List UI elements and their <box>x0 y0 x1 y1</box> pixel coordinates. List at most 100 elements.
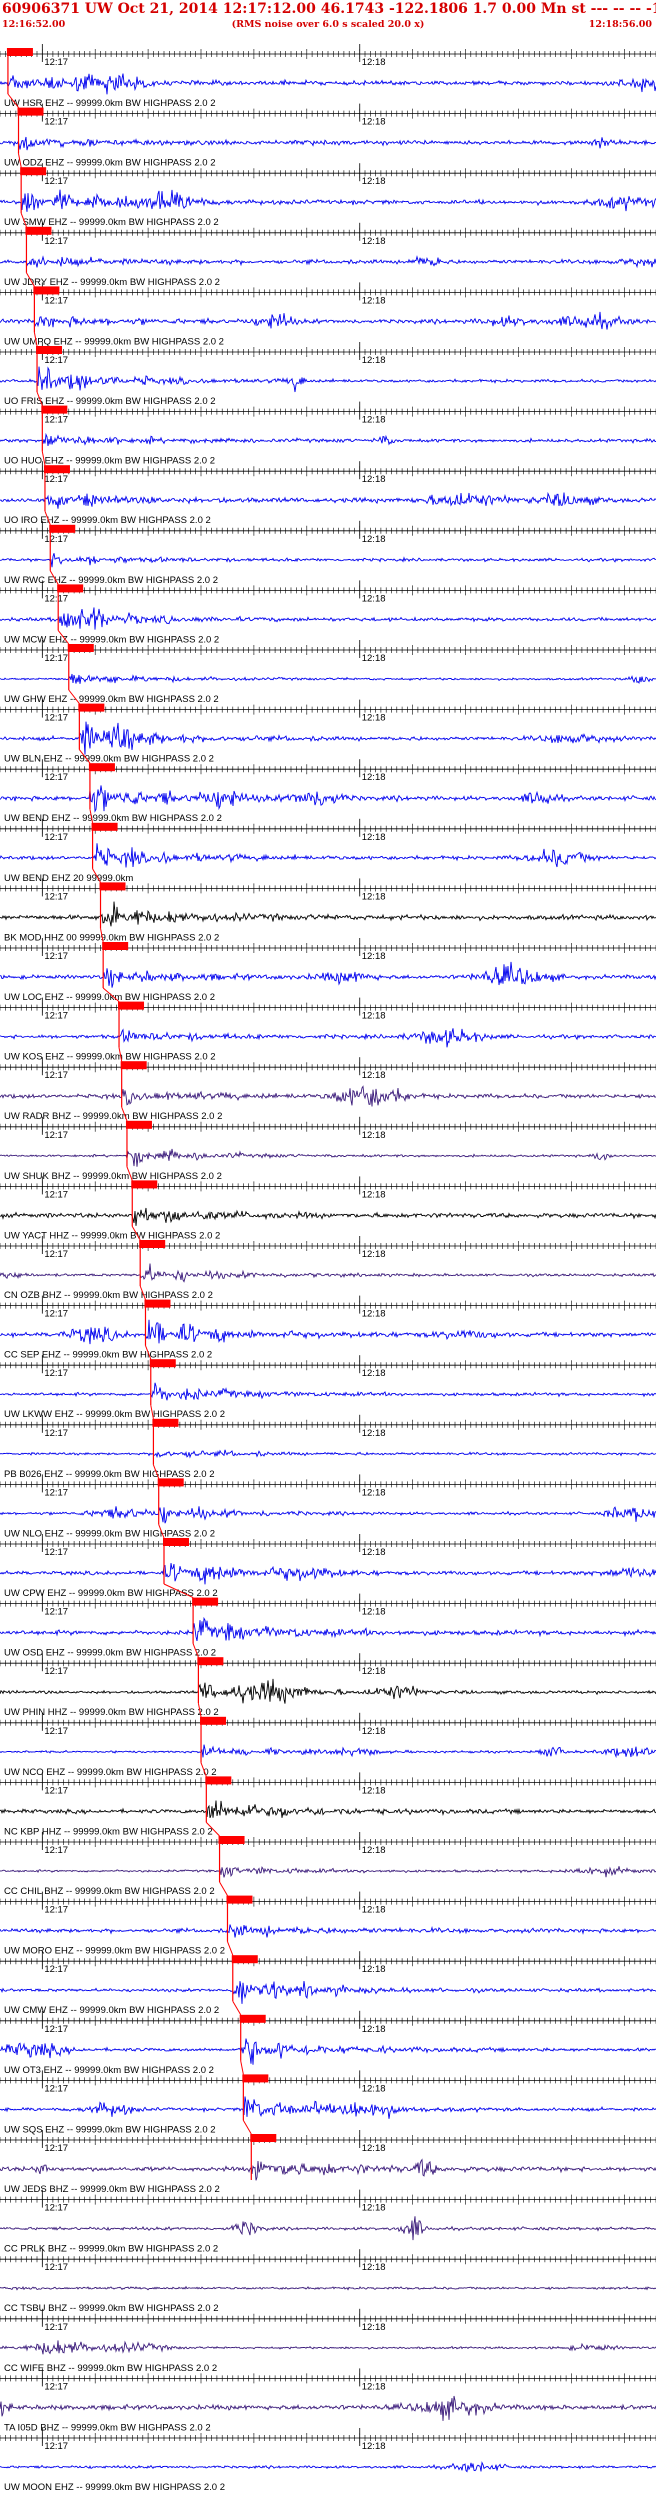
seismogram-page: 60906371 UW Oct 21, 2014 12:17:12.00 46.… <box>0 0 656 2498</box>
tick-label: 12:17 <box>44 593 68 604</box>
pick-marker <box>20 167 47 176</box>
tick-label: 12:17 <box>44 1428 68 1439</box>
waveform <box>0 2158 656 2181</box>
trace-label: UW SMW EHZ -- 99999.0km BW HIGHPASS 2.0 … <box>4 217 219 228</box>
tick-label: 12:17 <box>44 2203 68 2214</box>
tick-label: 12:18 <box>362 1964 386 1975</box>
pick-marker <box>242 2074 269 2083</box>
tick-label: 12:18 <box>362 653 386 664</box>
tick-label: 12:18 <box>362 534 386 545</box>
rms-note: (RMS noise over 6.0 s scaled 20.0 x) <box>231 19 425 30</box>
waveform <box>0 136 656 151</box>
trace-label: UW BEND EHZ -- 99999.0km BW HIGHPASS 2.0… <box>4 813 222 824</box>
tick-label: 12:18 <box>362 2203 386 2214</box>
pick-marker <box>78 703 105 712</box>
tick-label: 12:17 <box>44 2262 68 2273</box>
trace-label: CN OZB BHZ -- 99999.0km BW HIGHPASS 2.0 … <box>4 1290 213 1301</box>
tick-label: 12:17 <box>44 1607 68 1618</box>
pick-marker <box>125 1120 152 1129</box>
pick-marker <box>91 822 118 831</box>
waveform <box>0 1148 656 1167</box>
tick-label: 12:18 <box>362 891 386 902</box>
pick-marker <box>57 584 84 593</box>
pick-marker <box>67 644 94 652</box>
trace-label: UW NCO EHZ -- 99999.0km BW HIGHPASS 2.0 … <box>4 1767 217 1778</box>
tick-label: 12:18 <box>362 713 386 724</box>
trace-label: UW CPW EHZ -- 99999.0km BW HIGHPASS 2.0 … <box>4 1588 218 1599</box>
tick-label: 12:17 <box>44 474 68 485</box>
tick-label: 12:18 <box>362 772 386 783</box>
waveform <box>0 1382 656 1401</box>
waveform <box>0 1563 656 1585</box>
trace-label: UO FRIS EHZ -- 99999.0km BW HIGHPASS 2.0… <box>4 396 216 407</box>
tick-label: 12:18 <box>362 1666 386 1677</box>
trace-label: CC TSBU BHZ -- 99999.0km BW HIGHPASS 2.0… <box>4 2303 219 2314</box>
tick-label: 12:18 <box>362 2143 386 2154</box>
waveform <box>0 366 656 393</box>
trace-label: UW YACT HHZ -- 99999.0km BW HIGHPASS 2.0… <box>4 1230 220 1241</box>
waveform <box>0 721 656 755</box>
moveout-line <box>240 2060 244 2075</box>
pick-marker <box>33 286 60 295</box>
tick-label: 12:17 <box>44 1905 68 1916</box>
pick-marker <box>157 1478 184 1487</box>
tick-label: 12:18 <box>362 2441 386 2452</box>
tick-label: 12:18 <box>362 1785 386 1796</box>
moveout-line <box>242 2120 252 2135</box>
pick-marker <box>49 524 76 533</box>
trace-label: UW CMW EHZ -- 99999.0km BW HIGHPASS 2.0 … <box>4 2005 219 2016</box>
tick-label: 12:18 <box>362 474 386 485</box>
tick-label: 12:17 <box>44 891 68 902</box>
tick-label: 12:17 <box>44 1487 68 1498</box>
trace-label: UW MOON EHZ -- 99999.0km BW HIGHPASS 2.0… <box>4 2482 225 2493</box>
tick-label: 12:18 <box>362 2322 386 2333</box>
tick-label: 12:17 <box>44 713 68 724</box>
moveout-line <box>232 2000 242 2016</box>
event-title: 60906371 UW Oct 21, 2014 12:17:12.00 46.… <box>2 1 656 17</box>
pick-marker <box>118 1001 145 1010</box>
waveform <box>0 1866 656 1878</box>
waveform <box>0 1207 656 1226</box>
tick-label: 12:18 <box>362 2024 386 2035</box>
tick-label: 12:17 <box>44 2024 68 2035</box>
tick-label: 12:18 <box>362 1011 386 1022</box>
waveform <box>0 73 656 95</box>
tick-label: 12:17 <box>44 2083 68 2094</box>
tick-label: 12:17 <box>44 415 68 426</box>
pick-marker <box>41 405 68 414</box>
trace-label: TA I05D BHZ -- 99999.0km BW HIGHPASS 2.0… <box>4 2422 211 2433</box>
tick-label: 12:17 <box>44 117 68 128</box>
tick-label: 12:18 <box>362 117 386 128</box>
tick-label: 12:17 <box>44 534 68 545</box>
tick-label: 12:18 <box>362 951 386 962</box>
tick-label: 12:18 <box>362 1070 386 1081</box>
waveform <box>0 311 656 330</box>
waveform <box>0 2216 656 2241</box>
trace-label: UW LKWW EHZ -- 99999.0km BW HIGHPASS 2.0… <box>4 1409 225 1420</box>
waveform <box>0 2038 656 2065</box>
tick-label: 12:17 <box>44 1785 68 1796</box>
pick-marker <box>17 107 44 116</box>
trace-label: UW JDRY EHZ -- 99999.0km BW HIGHPASS 2.0… <box>4 277 220 288</box>
tick-label: 12:17 <box>44 1249 68 1260</box>
pick-marker <box>102 942 129 950</box>
trace-label: UW GHW EHZ -- 99999.0km BW HIGHPASS 2.0 … <box>4 694 219 705</box>
waveform <box>0 1319 656 1345</box>
trace-label: NC KBP HHZ -- 99999.0km BW HIGHPASS 2.0 … <box>4 1826 213 1837</box>
pick-marker <box>200 1716 227 1725</box>
waveform <box>0 1980 656 2004</box>
tick-label: 12:17 <box>44 1309 68 1320</box>
pick-marker <box>152 1418 179 1427</box>
tick-label: 12:17 <box>44 2441 68 2452</box>
tick-label: 12:17 <box>44 2381 68 2392</box>
tick-label: 12:17 <box>44 1368 68 1379</box>
waveform <box>0 607 656 630</box>
trace-label: UW RADR BHZ -- 99999.0km BW HIGHPASS 2.0… <box>4 1111 222 1122</box>
waveform <box>0 1616 656 1642</box>
tick-label: 12:17 <box>44 1189 68 1200</box>
waveform <box>0 491 656 509</box>
waveform <box>0 553 656 568</box>
tick-label: 12:17 <box>44 2143 68 2154</box>
trace-label: UW KOS EHZ -- 99999.0km BW HIGHPASS 2.0 … <box>4 1052 216 1063</box>
moveout-line <box>219 1881 228 1896</box>
